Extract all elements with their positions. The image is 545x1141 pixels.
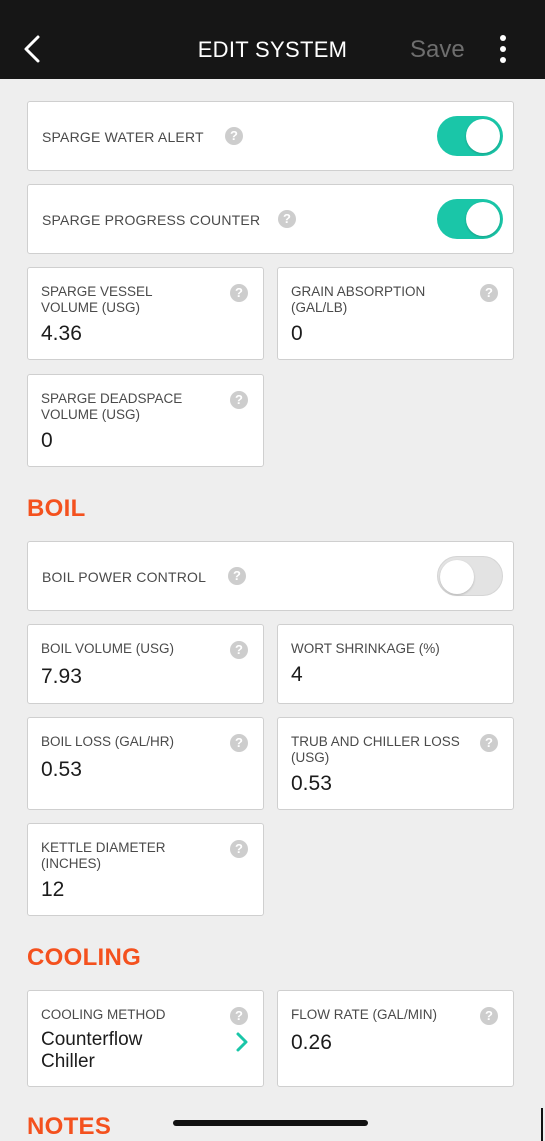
cooling-method-label: COOLING METHOD [41, 1007, 166, 1022]
boil-volume-field[interactable]: BOIL VOLUME (USG) ? 7.93 [27, 624, 264, 704]
kettle-diameter-value[interactable]: 12 [41, 878, 64, 902]
more-vertical-icon[interactable] [495, 34, 511, 64]
trub-chiller-loss-field[interactable]: TRUB AND CHILLER LOSS (USG) ? 0.53 [277, 717, 514, 810]
help-icon[interactable]: ? [230, 641, 248, 659]
sparge-water-alert-label: SPARGE WATER ALERT [42, 129, 204, 145]
boil-loss-field[interactable]: BOIL LOSS (GAL/HR) ? 0.53 [27, 717, 264, 810]
sparge-water-alert-row: SPARGE WATER ALERT ? [27, 101, 514, 171]
help-icon[interactable]: ? [230, 1007, 248, 1025]
sparge-water-alert-toggle[interactable] [437, 116, 503, 156]
save-button[interactable]: Save [410, 36, 465, 64]
toggle-knob [440, 560, 474, 594]
boil-loss-label: BOIL LOSS (GAL/HR) [41, 734, 175, 749]
cooling-method-value-line1[interactable]: Counterflow [41, 1029, 142, 1051]
kettle-diameter-field[interactable]: KETTLE DIAMETER (INCHES) ? 12 [27, 823, 264, 916]
flow-rate-label: FLOW RATE (GAL/MIN) [291, 1007, 438, 1022]
help-icon[interactable]: ? [230, 840, 248, 858]
boil-volume-value[interactable]: 7.93 [41, 665, 82, 689]
boil-power-control-row: BOIL POWER CONTROL ? [27, 541, 514, 611]
sparge-progress-counter-toggle[interactable] [437, 199, 503, 239]
boil-volume-label: BOIL VOLUME (USG) [41, 641, 175, 656]
help-icon[interactable]: ? [480, 734, 498, 752]
boil-section-title: BOIL [27, 495, 86, 522]
boil-power-control-toggle[interactable] [437, 556, 503, 596]
help-icon[interactable]: ? [230, 734, 248, 752]
sparge-vessel-volume-label: SPARGE VESSEL VOLUME (USG) [41, 284, 153, 315]
sparge-progress-counter-label: SPARGE PROGRESS COUNTER [42, 212, 261, 228]
boil-loss-value[interactable]: 0.53 [41, 758, 82, 782]
grain-absorption-field[interactable]: GRAIN ABSORPTION (GAL/LB) ? 0 [277, 267, 514, 360]
chevron-right-icon[interactable] [234, 1031, 250, 1053]
flow-rate-value[interactable]: 0.26 [291, 1031, 332, 1055]
wort-shrinkage-label: WORT SHRINKAGE (%) [291, 641, 440, 656]
boil-power-control-label: BOIL POWER CONTROL [42, 569, 207, 585]
grain-absorption-value[interactable]: 0 [291, 322, 303, 346]
help-icon[interactable]: ? [230, 391, 248, 409]
wort-shrinkage-field[interactable]: WORT SHRINKAGE (%) 4 [277, 624, 514, 704]
kettle-diameter-label: KETTLE DIAMETER (INCHES) [41, 840, 166, 871]
wort-shrinkage-value[interactable]: 4 [291, 663, 303, 687]
cooling-method-value-line2[interactable]: Chiller [41, 1051, 95, 1073]
trub-chiller-loss-label: TRUB AND CHILLER LOSS (USG) [291, 734, 460, 765]
home-indicator[interactable] [173, 1120, 368, 1126]
toggle-knob [466, 202, 500, 236]
help-icon[interactable]: ? [225, 127, 243, 145]
sparge-progress-counter-row: SPARGE PROGRESS COUNTER ? [27, 184, 514, 254]
trub-chiller-loss-value[interactable]: 0.53 [291, 772, 332, 796]
sparge-deadspace-volume-field[interactable]: SPARGE DEADSPACE VOLUME (USG) ? 0 [27, 374, 264, 467]
sparge-deadspace-volume-value[interactable]: 0 [41, 429, 53, 453]
help-icon[interactable]: ? [278, 210, 296, 228]
sparge-vessel-volume-field[interactable]: SPARGE VESSEL VOLUME (USG) ? 4.36 [27, 267, 264, 360]
help-icon[interactable]: ? [480, 284, 498, 302]
flow-rate-field[interactable]: FLOW RATE (GAL/MIN) ? 0.26 [277, 990, 514, 1087]
app-header: EDIT SYSTEM Save [0, 0, 545, 79]
help-icon[interactable]: ? [228, 567, 246, 585]
sparge-deadspace-volume-label: SPARGE DEADSPACE VOLUME (USG) [41, 391, 183, 422]
help-icon[interactable]: ? [480, 1007, 498, 1025]
cooling-section-title: COOLING [27, 944, 142, 971]
notes-section-title: NOTES [27, 1113, 112, 1140]
cooling-method-field[interactable]: COOLING METHOD ? Counterflow Chiller [27, 990, 264, 1087]
help-icon[interactable]: ? [230, 284, 248, 302]
toggle-knob [466, 119, 500, 153]
grain-absorption-label: GRAIN ABSORPTION (GAL/LB) [291, 284, 426, 315]
scroll-edge-mark [541, 1108, 543, 1141]
sparge-vessel-volume-value[interactable]: 4.36 [41, 322, 82, 346]
